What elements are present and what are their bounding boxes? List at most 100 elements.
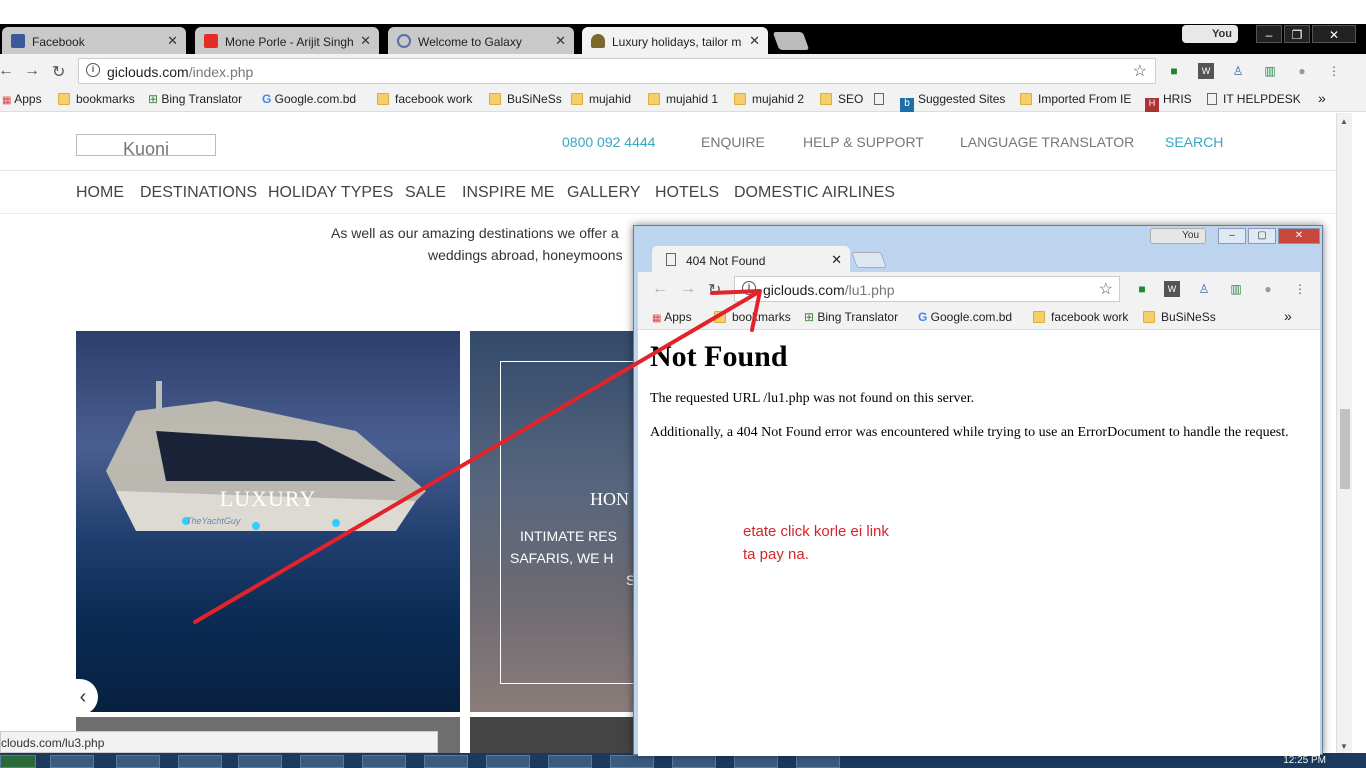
bookmark-bing[interactable]: ⊞ Bing Translator bbox=[804, 310, 898, 324]
menu-holiday-types[interactable]: HOLIDAY TYPES bbox=[268, 184, 393, 202]
bookmark-folder[interactable]: bookmarks bbox=[58, 92, 135, 106]
tab-luxury-holidays[interactable]: Luxury holidays, tailor m ✕ bbox=[582, 27, 768, 54]
minimize-button[interactable]: – bbox=[1256, 25, 1282, 43]
scroll-down-icon[interactable]: ▼ bbox=[1340, 742, 1348, 751]
extension-person-icon[interactable]: ♙ bbox=[1196, 281, 1212, 297]
taskbar-app[interactable] bbox=[548, 755, 592, 768]
close-tab-icon[interactable]: ✕ bbox=[831, 252, 842, 268]
scroll-up-icon[interactable]: ▲ bbox=[1340, 117, 1348, 126]
taskbar-app[interactable] bbox=[178, 755, 222, 768]
extension-wp-icon[interactable]: W bbox=[1164, 281, 1180, 297]
taskbar-app[interactable] bbox=[486, 755, 530, 768]
popup-profile-badge[interactable]: You bbox=[1150, 228, 1206, 244]
menu-hotels[interactable]: HOTELS bbox=[655, 184, 719, 202]
site-logo[interactable]: Kuoni bbox=[76, 134, 216, 156]
menu-domestic-airlines[interactable]: DOMESTIC AIRLINES bbox=[734, 184, 895, 202]
extension-green-icon[interactable]: ■ bbox=[1166, 63, 1182, 79]
bookmark-bing[interactable]: ⊞ Bing Translator bbox=[148, 92, 242, 106]
taskbar-app[interactable] bbox=[238, 755, 282, 768]
popup-minimize-button[interactable]: – bbox=[1218, 228, 1246, 244]
popup-new-tab-button[interactable] bbox=[851, 252, 887, 268]
bookmark-folder[interactable]: mujahid 1 bbox=[648, 92, 718, 106]
enquire-link[interactable]: ENQUIRE bbox=[701, 134, 765, 150]
taskbar-app[interactable] bbox=[672, 755, 716, 768]
site-info-icon[interactable]: i bbox=[86, 63, 100, 77]
bookmark-google[interactable]: G Google.com.bd bbox=[918, 310, 1012, 324]
bookmark-folder[interactable]: BuSiNeSs bbox=[1143, 310, 1216, 324]
taskbar-app[interactable] bbox=[300, 755, 344, 768]
close-tab-icon[interactable]: ✕ bbox=[167, 33, 178, 49]
maximize-button[interactable]: ❐ bbox=[1284, 25, 1310, 43]
close-tab-icon[interactable]: ✕ bbox=[555, 33, 566, 49]
reload-button[interactable]: ↻ bbox=[708, 280, 721, 300]
extension-person-icon[interactable]: ♙ bbox=[1230, 63, 1246, 79]
taskbar-app[interactable] bbox=[116, 755, 160, 768]
taskbar-explorer[interactable] bbox=[50, 755, 94, 768]
phone-number[interactable]: 0800 092 4444 bbox=[562, 134, 655, 150]
taskbar-skype[interactable] bbox=[796, 755, 840, 768]
forward-button[interactable]: → bbox=[24, 62, 40, 80]
close-tab-icon[interactable]: ✕ bbox=[749, 33, 760, 49]
extension-wp-icon[interactable]: W bbox=[1198, 63, 1214, 79]
bookmark-star-icon[interactable]: ☆ bbox=[1133, 61, 1147, 81]
menu-icon[interactable]: ⋮ bbox=[1326, 63, 1342, 79]
bookmark-it-helpdesk[interactable]: IT HELPDESK bbox=[1207, 92, 1301, 106]
bookmark-folder[interactable]: SEO bbox=[820, 92, 863, 106]
bookmark-folder[interactable]: mujahid bbox=[571, 92, 631, 106]
extension-chart-icon[interactable]: ▥ bbox=[1262, 63, 1278, 79]
site-info-icon[interactable]: i bbox=[742, 281, 756, 295]
start-button[interactable] bbox=[0, 755, 36, 768]
close-tab-icon[interactable]: ✕ bbox=[360, 33, 371, 49]
bookmark-folder[interactable]: bookmarks bbox=[714, 310, 791, 324]
tab-facebook[interactable]: Facebook ✕ bbox=[2, 27, 186, 54]
close-window-button[interactable]: ✕ bbox=[1312, 25, 1356, 43]
extension-chart-icon[interactable]: ▥ bbox=[1228, 281, 1244, 297]
help-support-link[interactable]: HELP & SUPPORT bbox=[803, 134, 924, 150]
taskbar-app[interactable] bbox=[362, 755, 406, 768]
back-button[interactable]: ← bbox=[652, 280, 668, 298]
bookmark-apps[interactable]: ▦ Apps bbox=[652, 310, 692, 324]
popup-address-bar[interactable]: i giclouds.com/lu1.php ☆ bbox=[734, 276, 1120, 302]
bookmark-folder[interactable]: BuSiNeSs bbox=[489, 92, 562, 106]
menu-gallery[interactable]: GALLERY bbox=[567, 184, 641, 202]
taskbar-app[interactable] bbox=[424, 755, 468, 768]
bookmark-suggested[interactable]: b Suggested Sites bbox=[900, 92, 1005, 112]
popup-close-button[interactable]: ✕ bbox=[1278, 228, 1320, 244]
bookmark-page[interactable] bbox=[874, 92, 884, 106]
bookmark-hris[interactable]: H HRIS bbox=[1145, 92, 1192, 112]
tab-galaxy[interactable]: Welcome to Galaxy ✕ bbox=[388, 27, 574, 54]
bookmark-folder[interactable]: facebook work bbox=[1033, 310, 1128, 324]
scroll-thumb[interactable] bbox=[1340, 409, 1350, 489]
more-bookmarks-button[interactable]: » bbox=[1318, 90, 1326, 106]
profile-badge[interactable]: You bbox=[1182, 25, 1238, 43]
taskbar-chrome[interactable] bbox=[734, 755, 778, 768]
search-link[interactable]: SEARCH bbox=[1165, 134, 1223, 150]
address-bar[interactable]: i giclouds.com/index.php ☆ bbox=[78, 58, 1156, 84]
bookmark-star-icon[interactable]: ☆ bbox=[1099, 279, 1113, 299]
luxury-card[interactable]: LUXURY TheYachtGuy bbox=[76, 331, 460, 712]
more-bookmarks-button[interactable]: » bbox=[1284, 308, 1292, 324]
tab-youtube[interactable]: Mone Porle - Arijit Singh ✕ bbox=[195, 27, 379, 54]
new-tab-button[interactable] bbox=[772, 32, 810, 50]
next-row-card[interactable] bbox=[470, 717, 640, 753]
language-translator-link[interactable]: LANGUAGE TRANSLATOR bbox=[960, 134, 1134, 150]
back-button[interactable]: ← bbox=[0, 62, 14, 80]
menu-destinations[interactable]: DESTINATIONS bbox=[140, 184, 257, 202]
bookmark-folder[interactable]: Imported From IE bbox=[1020, 92, 1131, 106]
extension-green-icon[interactable]: ■ bbox=[1134, 281, 1150, 297]
menu-sale[interactable]: SALE bbox=[405, 184, 446, 202]
taskbar-clock[interactable]: 12:25 PM bbox=[1283, 755, 1326, 766]
menu-inspire-me[interactable]: INSPIRE ME bbox=[462, 184, 554, 202]
taskbar-app[interactable] bbox=[610, 755, 654, 768]
extension-globe-icon[interactable]: ● bbox=[1294, 63, 1310, 79]
honeymoon-card[interactable]: HON INTIMATE RES SAFARIS, WE H S bbox=[470, 331, 640, 712]
popup-maximize-button[interactable]: ▢ bbox=[1248, 228, 1276, 244]
page-scrollbar[interactable]: ▲ ▼ bbox=[1336, 113, 1352, 753]
popup-tab-404[interactable]: 404 Not Found ✕ bbox=[652, 246, 850, 272]
reload-button[interactable]: ↻ bbox=[52, 62, 65, 82]
bookmark-folder[interactable]: facebook work bbox=[377, 92, 472, 106]
menu-home[interactable]: HOME bbox=[76, 184, 124, 202]
menu-icon[interactable]: ⋮ bbox=[1292, 281, 1308, 297]
bookmark-apps[interactable]: ▦ Apps bbox=[2, 92, 42, 106]
bookmark-folder[interactable]: mujahid 2 bbox=[734, 92, 804, 106]
